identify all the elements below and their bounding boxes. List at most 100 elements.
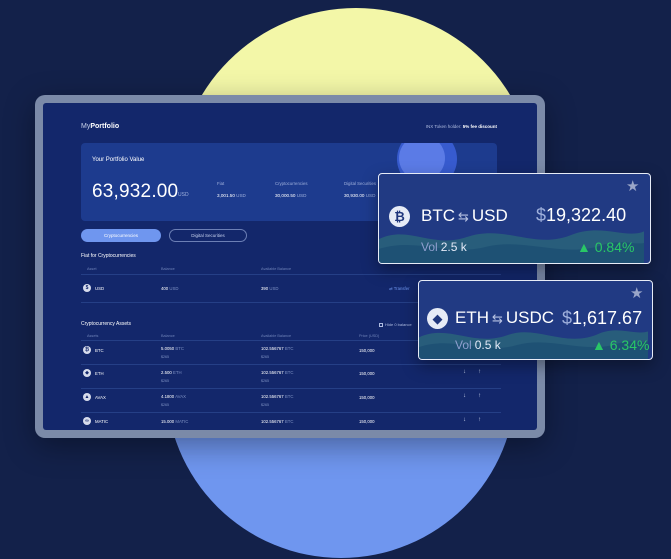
available-unit: BTC: [284, 370, 294, 375]
transfer-label: Transfer: [393, 286, 410, 291]
crypto-header-assets: Assets: [87, 334, 99, 338]
portfolio-value-currency: USD: [178, 192, 189, 198]
fiat-balance-value: 400: [161, 286, 169, 291]
crypto-asset: MATIC: [95, 419, 109, 424]
crypto-balance: 2.500 ETH $265: [161, 370, 182, 383]
volume: Vol 0.5 k: [455, 338, 501, 352]
transfer-button[interactable]: ⇄ Transfer: [389, 286, 410, 292]
star-icon[interactable]: ★: [630, 284, 643, 302]
available-value: 102.556767: [261, 419, 284, 424]
fiat-unit: USD: [236, 193, 246, 198]
available-value: 102.556767: [261, 370, 284, 375]
available-value: 102.556767: [261, 394, 284, 399]
crypto-price: 150,000: [359, 371, 375, 376]
deposit-arrow-icon[interactable]: ↑: [478, 393, 481, 399]
balance-unit: BTC: [175, 346, 184, 351]
withdraw-arrow-icon[interactable]: ↓: [463, 393, 466, 399]
withdraw-arrow-icon[interactable]: ↓: [463, 417, 466, 423]
securities-label: Digital Securities: [344, 181, 377, 186]
available-usd: $265: [261, 403, 269, 407]
triangle-up-icon: ▲: [577, 239, 591, 255]
price-change: ▲ 0.84%: [577, 239, 634, 255]
ethereum-icon: ◆: [427, 308, 448, 329]
balance-unit: AVAX: [175, 394, 186, 399]
balance-value: 4.1800: [161, 394, 175, 399]
available-usd: $265: [261, 355, 269, 359]
crypto-available: 102.556767 BTC $265: [261, 394, 294, 407]
crypto-balance: 4.1800 AVAX $265: [161, 394, 186, 407]
pair-label: ETH ⇆ USDC: [455, 308, 554, 328]
triangle-up-icon: ▲: [592, 337, 606, 353]
deposit-arrow-icon[interactable]: ↑: [478, 369, 481, 375]
btc-usd-price-card[interactable]: ₿ BTC ⇆ USD $19,322.40 Vol 2.5 k ▲ 0.84% ★: [378, 173, 651, 264]
balance-usd: $265: [161, 403, 169, 407]
eth-usdc-price-card[interactable]: ◆ ETH ⇆ USDC $1,617.67 Vol 0.5 k ▲ 6.34% ★: [418, 280, 653, 360]
portfolio-value-amount: 63,932.00: [92, 181, 179, 202]
available-unit: BTC: [284, 419, 294, 424]
price-value: 1,617.67: [572, 308, 643, 328]
checkbox-icon: [379, 322, 383, 327]
price: $1,617.67: [562, 308, 642, 329]
crypto-available: 102.556767 BTC $265: [261, 370, 294, 383]
fiat-header-balance: Balance: [161, 267, 175, 271]
hide-zero-checkbox[interactable]: Hide 0 balance: [379, 322, 412, 327]
fiat-balance: 400 USD: [161, 286, 178, 291]
balance-value: 15.000: [161, 419, 175, 424]
crypto-asset: AVAX: [95, 395, 106, 400]
fiat-header-asset: Asset: [87, 267, 97, 271]
price-change: ▲ 6.34%: [592, 337, 649, 353]
crypto-balance: 15.000 MATIC: [161, 419, 188, 424]
fiat-available: 390 USD: [261, 286, 278, 291]
eth-icon: ◆: [83, 369, 91, 377]
tab-cryptocurrencies[interactable]: Cryptocurrencies: [81, 229, 161, 242]
price-currency: $: [536, 205, 547, 225]
tab-digital-securities[interactable]: Digital Securities: [169, 229, 247, 242]
fiat-header-available: Available Balance: [261, 267, 292, 271]
balance-value: 2.500: [161, 370, 172, 375]
volume-label: Vol: [455, 338, 472, 352]
fiat-available-value: 390: [261, 286, 269, 291]
crypto-header-balance: Balance: [161, 334, 175, 338]
discount-value: 5% fee discount: [462, 124, 497, 129]
matic-icon: ∞: [83, 417, 91, 425]
fiat-balance-unit: USD: [169, 286, 179, 291]
crypto-header-price: Price (USD): [359, 334, 380, 338]
available-unit: BTC: [284, 346, 294, 351]
volume-value: 2.5 k: [440, 240, 467, 254]
fiat-available-unit: USD: [269, 286, 279, 291]
monitor-frame: MyPortfolio INX Token holder: 5% fee dis…: [35, 95, 545, 438]
available-usd: $265: [261, 379, 269, 383]
hide-zero-label: Hide 0 balance: [385, 322, 412, 327]
crypto-value: 30,000.50: [275, 193, 296, 198]
change-value: 6.34%: [609, 337, 650, 353]
brand-prefix: My: [81, 123, 91, 130]
price-currency: $: [562, 308, 573, 328]
crypto-asset: ETH: [95, 371, 104, 376]
balance-value: 5.0050: [161, 346, 175, 351]
divider: [81, 364, 501, 365]
bitcoin-icon: ₿: [389, 206, 410, 227]
usd-icon: $: [83, 284, 91, 292]
balance-usd: $265: [161, 355, 169, 359]
crypto-unit: USD: [296, 193, 307, 198]
crypto-label: Cryptocurrencies: [275, 181, 308, 186]
btc-icon: ₿: [83, 346, 91, 354]
crypto-header-available: Available Balance: [261, 334, 292, 338]
portfolio-value-label: Your Portfolio Value: [92, 157, 145, 163]
divider: [81, 388, 501, 389]
crypto-balance: 5.0050 BTC $265: [161, 346, 184, 359]
price-value: 19,322.40: [546, 205, 627, 225]
available-unit: BTC: [284, 394, 294, 399]
balance-unit: MATIC: [175, 419, 189, 424]
balance-unit: ETH: [172, 370, 182, 375]
fiat-label: Fiat: [217, 181, 225, 186]
divider: [81, 274, 501, 275]
deposit-arrow-icon[interactable]: ↑: [478, 417, 481, 423]
crypto-available: 102.556767 BTC $265: [261, 346, 294, 359]
withdraw-arrow-icon[interactable]: ↓: [463, 369, 466, 375]
pair-base: BTC: [421, 206, 455, 225]
fiat-asset: USD: [95, 286, 105, 291]
available-value: 102.556767: [261, 346, 284, 351]
star-icon[interactable]: ★: [626, 177, 639, 195]
brand-name: Portfolio: [90, 123, 120, 130]
